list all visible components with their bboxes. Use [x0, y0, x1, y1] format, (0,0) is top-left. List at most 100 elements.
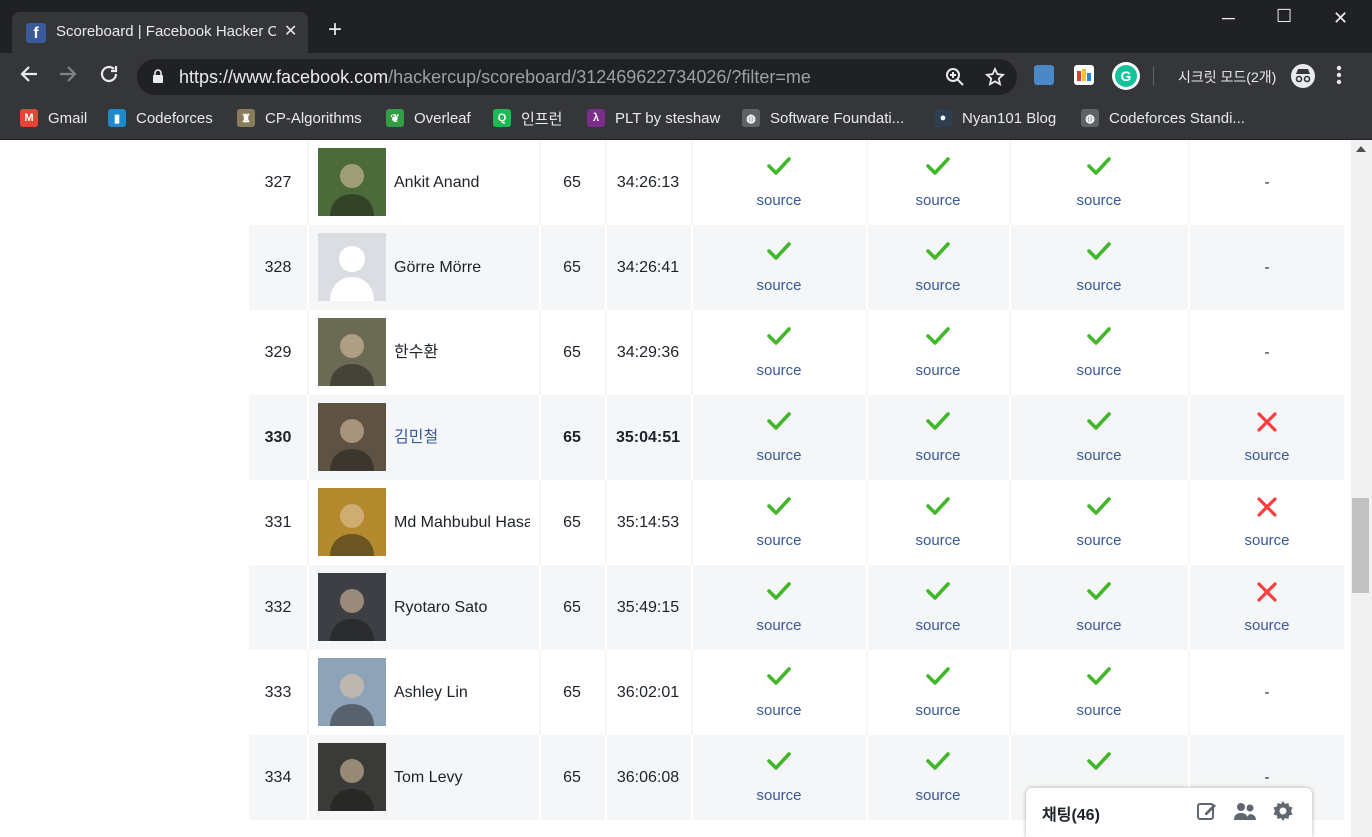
bookmark-3[interactable]: ❦ Overleaf	[386, 107, 471, 129]
source-link[interactable]: source	[1024, 192, 1174, 209]
source-link[interactable]: source	[704, 702, 854, 719]
plt-icon: λ	[587, 109, 605, 127]
source-link[interactable]: source	[863, 787, 1013, 804]
avatar[interactable]	[318, 743, 386, 811]
source-link[interactable]: source	[704, 532, 854, 549]
new-tab-button[interactable]: +	[328, 18, 342, 42]
score-cell: 65	[563, 599, 581, 616]
source-link[interactable]: source	[704, 617, 854, 634]
column-divider	[691, 480, 693, 565]
contestant-name[interactable]: Ankit Anand	[394, 140, 530, 225]
avatar[interactable]	[318, 658, 386, 726]
contestant-name[interactable]: 한수환	[394, 310, 530, 395]
source-link[interactable]: source	[704, 362, 854, 379]
contestant-name[interactable]: 김민철	[394, 395, 530, 480]
source-link[interactable]: source	[1024, 277, 1174, 294]
settings-gear-icon[interactable]	[1272, 800, 1294, 827]
source-link[interactable]: source	[704, 447, 854, 464]
menu-kebab-icon[interactable]	[1336, 64, 1342, 91]
source-link[interactable]: source	[1024, 532, 1174, 549]
avatar[interactable]	[318, 403, 386, 471]
url-text: https://www.facebook.com/hackercup/score…	[179, 67, 811, 87]
bookmark-7[interactable]: ● Nyan101 Blog	[934, 107, 1056, 129]
source-link[interactable]: source	[704, 192, 854, 209]
source-link[interactable]: source	[863, 532, 1013, 549]
browser-titlebar: f Scoreboard | Facebook Hacker Cup ✕ + ─…	[0, 0, 1372, 53]
contestant-name[interactable]: Md Mahbubul Hasan	[394, 480, 530, 565]
contestant-name[interactable]: Ashley Lin	[394, 650, 530, 735]
bookmark-6[interactable]: ◍ Software Foundati...	[742, 107, 904, 129]
extension-icon[interactable]	[1034, 65, 1054, 85]
source-link[interactable]: source	[1024, 362, 1174, 379]
bookmark-1[interactable]: ▮ Codeforces	[108, 107, 213, 129]
rank-cell: 327	[264, 174, 292, 191]
browser-tab-scoreboard[interactable]: f Scoreboard | Facebook Hacker Cup ✕	[12, 12, 308, 53]
page-scrollbar[interactable]	[1351, 140, 1372, 837]
source-link[interactable]: source	[1024, 617, 1174, 634]
source-link[interactable]: source	[1192, 532, 1342, 549]
table-row: 328 Görre Mörre 65 34:26:41 source source sour…	[249, 225, 1344, 310]
group-chat-icon[interactable]	[1233, 800, 1257, 827]
penalty-time-cell: 36:06:08	[616, 769, 680, 786]
avatar[interactable]	[318, 573, 386, 641]
codeforces-icon: ▮	[108, 109, 126, 127]
compose-icon[interactable]	[1196, 800, 1218, 827]
profile-photo-icon	[330, 504, 374, 556]
problem-4-cell: -	[1192, 310, 1342, 395]
bookmark-star-icon[interactable]	[984, 66, 1006, 92]
back-button[interactable]	[18, 63, 40, 90]
chat-panel[interactable]: 채팅(46)	[1026, 788, 1312, 837]
source-link[interactable]: source	[704, 787, 854, 804]
problem-1-cell: source	[704, 395, 854, 480]
scrollbar-thumb[interactable]	[1352, 498, 1369, 593]
forward-button[interactable]	[57, 63, 79, 90]
minimize-button[interactable]: ─	[1222, 8, 1235, 29]
source-link[interactable]: source	[1024, 702, 1174, 719]
bookmark-4[interactable]: Q 인프런	[493, 107, 562, 129]
source-link[interactable]: source	[1192, 447, 1342, 464]
bookmark-0[interactable]: M Gmail	[20, 107, 87, 129]
browser-toolbar: https://www.facebook.com/hackercup/score…	[0, 53, 1372, 99]
grammarly-icon[interactable]: G	[1112, 62, 1140, 90]
tab-close-icon[interactable]: ✕	[284, 21, 297, 41]
column-divider	[1188, 395, 1190, 480]
avatar[interactable]	[318, 318, 386, 386]
source-link[interactable]: source	[704, 277, 854, 294]
maximize-button[interactable]: ☐	[1276, 6, 1292, 27]
zoom-icon[interactable]	[945, 67, 965, 92]
close-window-button[interactable]: ✕	[1333, 8, 1348, 29]
source-link[interactable]: source	[863, 702, 1013, 719]
avatar[interactable]	[318, 488, 386, 556]
source-link[interactable]: source	[863, 192, 1013, 209]
incognito-icon[interactable]	[1290, 63, 1316, 94]
accepted-check-icon	[863, 156, 1013, 180]
bookmark-label: PLT by steshaw	[615, 109, 721, 127]
bookmark-8[interactable]: ◍ Codeforces Standi...	[1081, 107, 1245, 129]
source-link[interactable]: source	[863, 447, 1013, 464]
bookmark-label: Overleaf	[414, 109, 471, 127]
column-divider	[1188, 140, 1190, 225]
scroll-up-arrow-icon[interactable]	[1356, 146, 1366, 152]
accepted-check-icon	[863, 581, 1013, 605]
column-divider	[691, 565, 693, 650]
address-bar[interactable]: https://www.facebook.com/hackercup/score…	[137, 59, 1017, 95]
bookmark-5[interactable]: λ PLT by steshaw	[587, 107, 720, 129]
avatar[interactable]	[318, 233, 386, 301]
avatar[interactable]	[318, 148, 386, 216]
bookmark-label: CP-Algorithms	[265, 109, 362, 127]
bookmark-2[interactable]: ♜ CP-Algorithms	[237, 107, 362, 129]
contestant-name[interactable]: Tom Levy	[394, 735, 530, 820]
problem-3-cell: source	[1024, 310, 1174, 395]
wrong-answer-x-icon	[1192, 496, 1342, 520]
source-link[interactable]: source	[1192, 617, 1342, 634]
problem-4-cell: source	[1192, 395, 1342, 480]
source-link[interactable]: source	[863, 617, 1013, 634]
source-link[interactable]: source	[1024, 447, 1174, 464]
contestant-name[interactable]: Ryotaro Sato	[394, 565, 530, 650]
source-link[interactable]: source	[863, 277, 1013, 294]
chat-title[interactable]: 채팅(46)	[1042, 801, 1100, 825]
extension-color-icon[interactable]	[1074, 65, 1094, 85]
source-link[interactable]: source	[863, 362, 1013, 379]
reload-button[interactable]	[98, 63, 120, 90]
contestant-name[interactable]: Görre Mörre	[394, 225, 530, 310]
